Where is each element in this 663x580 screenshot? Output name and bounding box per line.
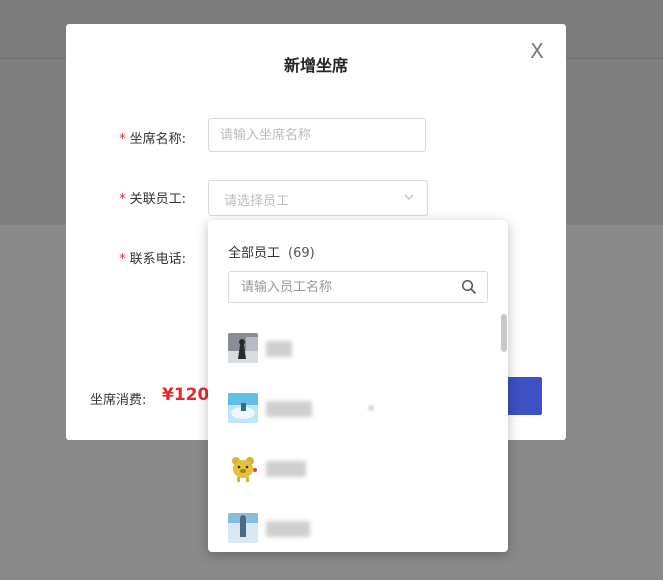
blurred-detail — [368, 405, 374, 411]
modal-title: 新增坐席 — [283, 56, 348, 75]
employee-name — [266, 461, 306, 477]
employee-name — [266, 521, 310, 537]
employee-select-placeholder: 请选择员工 — [224, 194, 290, 209]
employee-select[interactable]: 请选择员工 — [208, 180, 428, 216]
all-employees-label: 全部员工 — [228, 246, 281, 261]
required-mark: * — [119, 252, 126, 267]
scrollbar-thumb[interactable] — [501, 314, 507, 352]
seat-cost-label: 坐席消费: — [90, 393, 147, 408]
employee-list-item[interactable] — [228, 393, 478, 425]
search-icon[interactable] — [461, 279, 477, 295]
employee-label: * 关联员工: — [119, 192, 186, 207]
dropdown-scrollbar[interactable] — [500, 310, 508, 550]
seat-name-label: * 坐席名称: — [119, 132, 186, 147]
employee-list-item[interactable] — [228, 513, 478, 545]
seat-name-input[interactable] — [208, 118, 426, 152]
chevron-down-icon — [404, 194, 414, 200]
employee-search-input[interactable] — [229, 272, 473, 302]
required-mark: * — [119, 192, 126, 207]
avatar — [228, 453, 258, 483]
avatar — [228, 513, 258, 543]
dropdown-header: 全部员工 (69) — [228, 242, 315, 261]
employee-dropdown: 全部员工 (69) — [208, 220, 508, 552]
employee-count: (69) — [288, 246, 315, 261]
phone-label: * 联系电话: — [119, 252, 186, 267]
avatar — [228, 393, 258, 423]
employee-list-item[interactable] — [228, 333, 478, 365]
avatar — [228, 333, 258, 363]
employee-name — [266, 401, 312, 417]
employee-name — [266, 341, 292, 357]
employee-search — [228, 271, 488, 303]
employee-list-item[interactable] — [228, 453, 478, 485]
close-icon[interactable]: X — [528, 41, 546, 61]
required-mark: * — [119, 132, 126, 147]
